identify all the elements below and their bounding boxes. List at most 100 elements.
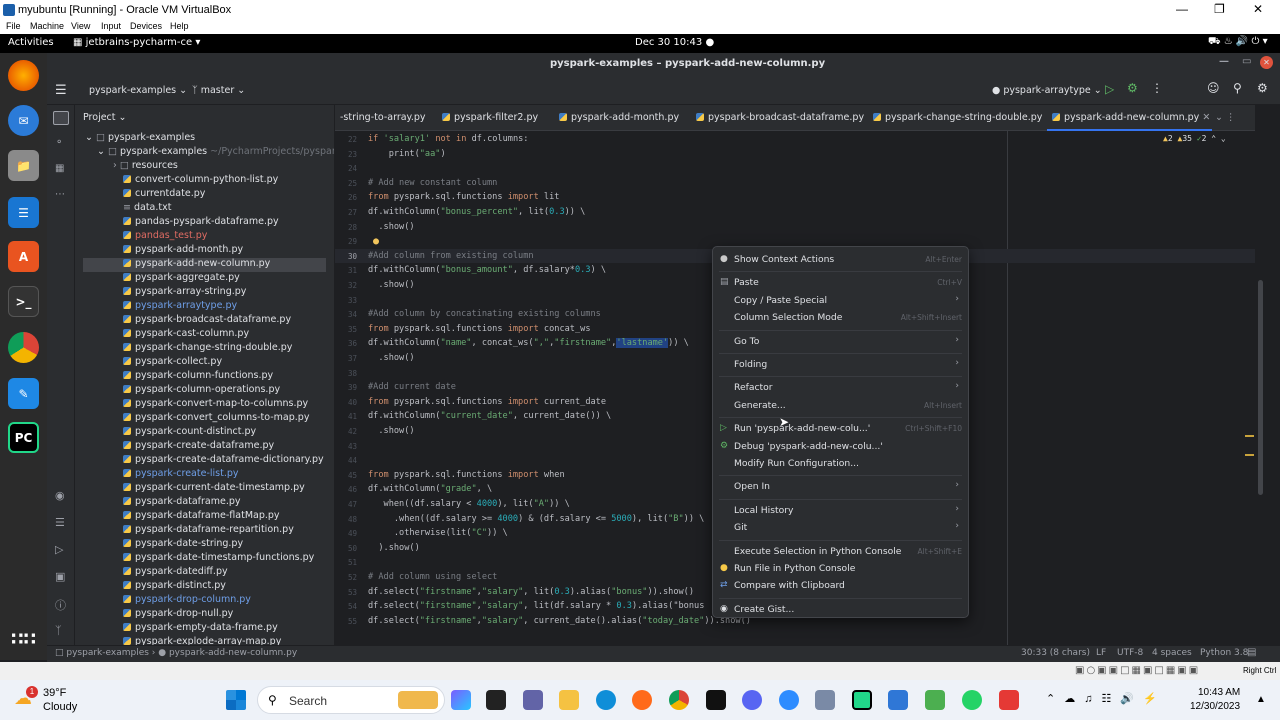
account-icon[interactable]: ☺ bbox=[1207, 81, 1220, 95]
tree-file[interactable]: convert-column-python-list.py bbox=[123, 174, 278, 188]
code-line[interactable]: # Add column using select bbox=[368, 572, 497, 582]
settings-gear-icon[interactable]: ⚙ bbox=[1257, 81, 1268, 95]
code-line[interactable]: .when((df.salary >= 4000) & (df.salary <… bbox=[368, 514, 705, 524]
menu-file[interactable]: File bbox=[6, 21, 21, 31]
context-menu-item[interactable]: Local History › bbox=[713, 502, 968, 519]
breadcrumb[interactable]: □ pyspark-examples › ● pyspark-add-new-c… bbox=[55, 648, 297, 658]
virtualbox-taskbar-icon[interactable] bbox=[815, 690, 835, 710]
menu-input[interactable]: Input bbox=[101, 21, 121, 31]
warning-marker[interactable] bbox=[1245, 435, 1254, 437]
tree-file[interactable]: pyspark-change-string-double.py bbox=[123, 342, 292, 356]
discord-icon[interactable] bbox=[742, 690, 762, 710]
scrollbar-thumb[interactable] bbox=[1258, 280, 1263, 495]
tree-file[interactable]: pyspark-aggregate.py bbox=[123, 272, 240, 286]
context-menu-item[interactable]: ⚙ Debug 'pyspark-add-new-colu...' bbox=[713, 438, 968, 455]
warning-marker[interactable] bbox=[1245, 454, 1254, 456]
context-menu-item[interactable]: Folding › bbox=[713, 356, 968, 373]
vcs-branch-widget[interactable]: ᛉ master ⌄ bbox=[192, 85, 245, 96]
code-line[interactable]: .show() bbox=[368, 222, 414, 232]
notes-icon[interactable] bbox=[706, 690, 726, 710]
tree-root[interactable]: ⌄ □ pyspark-examples bbox=[85, 132, 195, 146]
close-button[interactable]: ✕ bbox=[1253, 2, 1263, 16]
tree-file[interactable]: pyspark-collect.py bbox=[123, 356, 222, 370]
pycharm-maximize-icon[interactable]: ▭ bbox=[1242, 56, 1251, 67]
copilot-icon[interactable] bbox=[451, 690, 471, 710]
layers-icon[interactable]: ☰ bbox=[55, 516, 65, 529]
code-line[interactable]: from pyspark.sql.functions import concat… bbox=[368, 324, 591, 334]
context-menu-item[interactable]: Refactor › bbox=[713, 379, 968, 396]
writer-icon[interactable]: ☰ bbox=[8, 197, 39, 228]
selected-text[interactable]: 'lastname' bbox=[616, 338, 669, 349]
code-line[interactable]: .show() bbox=[368, 353, 414, 363]
editor-tab[interactable]: pyspark-add-month.py bbox=[559, 112, 679, 123]
weather-temp[interactable]: 39°F bbox=[43, 687, 66, 699]
pycharm-icon[interactable]: PC bbox=[8, 422, 39, 453]
commit-icon[interactable]: ⚬ bbox=[55, 137, 63, 148]
code-line[interactable]: print("aa") bbox=[368, 149, 446, 159]
edge-icon[interactable] bbox=[596, 690, 616, 710]
tree-file[interactable]: ≡ data.txt bbox=[123, 202, 171, 216]
code-line[interactable]: from pyspark.sql.functions import when bbox=[368, 470, 565, 480]
tree-file[interactable]: pyspark-date-string.py bbox=[123, 538, 243, 552]
tree-file[interactable]: pyspark-arraytype.py bbox=[123, 300, 237, 314]
tree-file[interactable]: pyspark-cast-column.py bbox=[123, 328, 249, 342]
tree-file[interactable]: pyspark-current-date-timestamp.py bbox=[123, 482, 305, 496]
code-line[interactable]: ).show() bbox=[368, 543, 419, 553]
interpreter-widget[interactable]: Python 3.8 bbox=[1200, 648, 1248, 658]
taskbar-time[interactable]: 10:43 AM bbox=[1198, 687, 1240, 698]
text-editor-icon[interactable]: ✎ bbox=[8, 378, 39, 409]
project-tool-icon[interactable] bbox=[53, 111, 69, 125]
context-menu-item[interactable]: Go To › bbox=[713, 333, 968, 350]
zoom-icon[interactable] bbox=[779, 690, 799, 710]
show-apps-icon[interactable]: ∷∷ bbox=[8, 624, 39, 655]
more-actions-icon[interactable]: ⋮ bbox=[1151, 81, 1163, 95]
pycharm-close-icon[interactable]: ✕ bbox=[1260, 56, 1273, 69]
context-menu-item[interactable]: Modify Run Configuration... bbox=[713, 455, 968, 472]
tree-file[interactable]: pyspark-column-functions.py bbox=[123, 370, 273, 384]
code-line[interactable]: df.withColumn("current_date", current_da… bbox=[368, 411, 611, 421]
structure-icon[interactable]: ▦ bbox=[55, 163, 64, 174]
main-menu-icon[interactable]: ☰ bbox=[55, 83, 67, 98]
chrome-taskbar-icon[interactable] bbox=[669, 690, 689, 710]
code-line[interactable]: df.withColumn("bonus_percent", lit(0.3))… bbox=[368, 207, 585, 217]
tree-file[interactable]: pyspark-create-dataframe.py bbox=[123, 440, 274, 454]
notification-icon[interactable]: ▲ bbox=[1256, 694, 1266, 705]
line-separator[interactable]: LF bbox=[1096, 648, 1106, 658]
code-line[interactable]: df.select("firstname","salary", current_… bbox=[368, 616, 751, 626]
pycharm-taskbar-icon[interactable] bbox=[852, 690, 872, 710]
terminal-icon[interactable]: >_ bbox=[8, 286, 39, 317]
tree-file[interactable]: pyspark-explode-array-map.py bbox=[123, 636, 281, 645]
menu-view[interactable]: View bbox=[71, 21, 90, 31]
taskbar-search[interactable]: ⚲ Search bbox=[257, 686, 445, 714]
context-menu-item[interactable]: Column Selection Mode Alt+Shift+Insert bbox=[713, 309, 968, 326]
intention-bulb-icon[interactable]: ● bbox=[373, 236, 379, 247]
run-config-selector[interactable]: ● pyspark-arraytype ⌄ bbox=[992, 85, 1102, 96]
tree-file[interactable]: pandas_test.py bbox=[123, 230, 207, 244]
restore-button[interactable]: ❐ bbox=[1214, 2, 1225, 16]
tree-file[interactable]: pyspark-distinct.py bbox=[123, 580, 226, 594]
tree-file[interactable]: pyspark-count-distinct.py bbox=[123, 426, 256, 440]
files-icon[interactable]: 📁 bbox=[8, 150, 39, 181]
context-menu-item[interactable]: Git › bbox=[713, 519, 968, 536]
minimize-button[interactable]: — bbox=[1176, 2, 1188, 16]
taskbar-date[interactable]: 12/30/2023 bbox=[1190, 701, 1240, 712]
tree-file[interactable]: pyspark-create-dataframe-dictionary.py bbox=[123, 454, 324, 468]
problems-icon[interactable]: ⓘ bbox=[55, 597, 66, 613]
chrome-icon[interactable] bbox=[8, 332, 39, 363]
tree-file[interactable]: pyspark-convert_columns-to-map.py bbox=[123, 412, 309, 426]
task-view-icon[interactable] bbox=[486, 690, 506, 710]
menu-devices[interactable]: Devices bbox=[130, 21, 162, 31]
app-menu[interactable]: ▦ jetbrains-pycharm-ce ▾ bbox=[73, 37, 200, 48]
debug-icon[interactable]: ⚙ bbox=[1127, 81, 1138, 95]
close-tab-icon[interactable]: ✕ bbox=[1199, 112, 1210, 123]
file-explorer-icon[interactable] bbox=[559, 690, 579, 710]
code-line[interactable]: df.select("firstname","salary", lit(0.3)… bbox=[368, 587, 694, 597]
firefox-icon[interactable] bbox=[8, 60, 39, 91]
tree-file[interactable]: pyspark-array-string.py bbox=[123, 286, 246, 300]
vbox-device-icons[interactable]: ▣○▣▣□▦▣□▦▣▣ bbox=[1075, 665, 1200, 676]
terminal-tool-icon[interactable]: ▣ bbox=[55, 570, 65, 583]
code-line[interactable]: df.withColumn("bonus_amount", df.salary*… bbox=[368, 265, 606, 275]
software-center-icon[interactable]: A bbox=[8, 241, 39, 272]
search-icon[interactable]: ⚲ bbox=[1233, 81, 1242, 95]
tree-file[interactable]: pyspark-add-new-column.py bbox=[83, 258, 326, 272]
